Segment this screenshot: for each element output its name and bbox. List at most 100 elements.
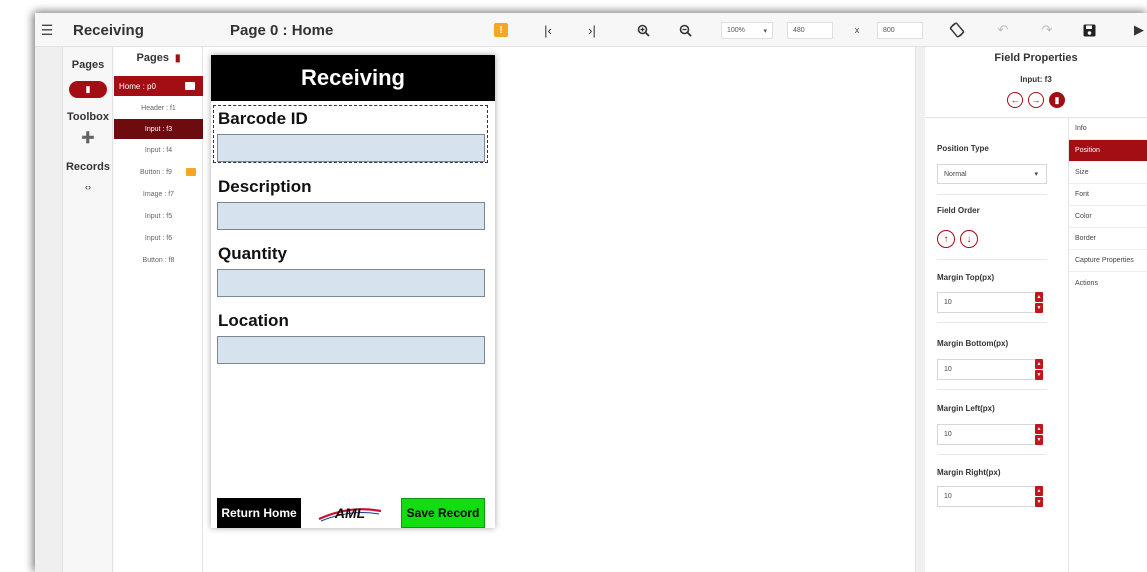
tab-border[interactable]: Border (1069, 228, 1147, 250)
list-item[interactable]: Image : f7 (114, 184, 203, 204)
delete-icon[interactable]: ▮ (1049, 92, 1065, 108)
pages-button[interactable]: ▮ (69, 81, 107, 98)
stepper-down-icon[interactable]: ▼ (1035, 435, 1043, 445)
page-title: Page 0 : Home (230, 21, 334, 39)
stepper-up-icon[interactable]: ▲ (1035, 486, 1043, 496)
dimension-separator: x (854, 25, 860, 35)
height-input[interactable]: 800 (877, 22, 923, 39)
nav-pages-label[interactable]: Pages (63, 59, 113, 71)
list-item[interactable]: Input : f4 (114, 140, 203, 160)
properties-form: Position Type Normal ▾ Field Order ↑ ↓ M… (925, 118, 1068, 572)
nav-column: Pages ▮ Toolbox ➕ Records ‹› (63, 47, 113, 572)
move-up-icon[interactable]: ↑ (937, 230, 955, 248)
quantity-input[interactable] (217, 269, 485, 297)
margin-top-input[interactable]: 10 (937, 292, 1035, 313)
divider (937, 389, 1047, 390)
list-item-label: Image : f7 (142, 190, 175, 198)
list-item-label: Header : f1 (141, 104, 176, 112)
warning-button[interactable]: ! (493, 13, 509, 47)
run-icon[interactable]: ▶ (1129, 13, 1147, 47)
stepper-down-icon[interactable]: ▼ (1035, 497, 1043, 507)
page-add-icon[interactable]: ▮ (175, 53, 181, 64)
field-order-label: Field Order (937, 206, 980, 215)
properties-title: Field Properties (994, 52, 1078, 64)
field-label-barcode: Barcode ID (218, 109, 308, 128)
redo-icon[interactable]: ↷ (1037, 13, 1057, 47)
page-list-home[interactable]: Home : p0 (114, 76, 203, 96)
warning-icon: ! (494, 23, 508, 37)
position-type-select[interactable]: Normal ▾ (937, 164, 1047, 184)
field-label-quantity: Quantity (218, 244, 287, 263)
last-page-icon[interactable]: ›| (582, 13, 602, 47)
arrow-left-icon[interactable]: ← (1007, 92, 1023, 108)
margin-bottom-input[interactable]: 10 (937, 359, 1035, 380)
add-circle-icon[interactable]: ➕ (63, 131, 113, 144)
divider (937, 322, 1047, 323)
move-down-icon[interactable]: ↓ (960, 230, 978, 248)
nav-toolbox-label[interactable]: Toolbox (63, 111, 113, 123)
tab-capture-properties[interactable]: Capture Properties (1069, 250, 1147, 272)
stepper-up-icon[interactable]: ▲ (1035, 424, 1043, 434)
field-label-description: Description (218, 177, 312, 196)
app-root: ☰ Receiving Page 0 : Home ! |‹ ›| 100% ▾… (0, 0, 1147, 572)
divider (937, 259, 1047, 260)
left-sidebar (35, 47, 63, 572)
list-item-label: Input : f3 (144, 125, 173, 133)
margin-left-input[interactable]: 10 (937, 424, 1035, 445)
margin-right-input[interactable]: 10 (937, 486, 1035, 507)
nav-records-label[interactable]: Records (63, 161, 113, 173)
tab-size[interactable]: Size (1069, 162, 1147, 184)
top-toolbar: ☰ Receiving Page 0 : Home ! |‹ ›| 100% ▾… (35, 13, 1147, 47)
list-item[interactable]: Header : f1 (114, 98, 203, 118)
aml-logo[interactable]: AML (315, 501, 385, 525)
list-item[interactable]: Input : f5 (114, 206, 203, 226)
save-icon[interactable] (1079, 13, 1099, 47)
tab-actions[interactable]: Actions (1069, 272, 1147, 294)
tab-font[interactable]: Font (1069, 184, 1147, 206)
tab-color[interactable]: Color (1069, 206, 1147, 228)
page-list-header: Pages ▮ (114, 52, 203, 64)
position-type-value: Normal (944, 170, 967, 178)
arrow-right-icon[interactable]: → (1028, 92, 1044, 108)
page-list-panel: Pages ▮ Home : p0 Header : f1 Input : f3… (114, 47, 203, 572)
properties-tabs: Info Position Size Font Color Border Cap… (1068, 118, 1147, 572)
list-item[interactable]: Button : f9 (114, 162, 203, 182)
list-item-selected[interactable]: Input : f3 (114, 119, 203, 139)
stepper-down-icon[interactable]: ▼ (1035, 303, 1043, 313)
margin-top-stepper[interactable]: ▲ ▼ (1035, 292, 1043, 313)
barcode-input[interactable] (217, 134, 485, 162)
description-input[interactable] (217, 202, 485, 230)
width-input[interactable]: 480 (787, 22, 833, 39)
comment-icon (185, 82, 195, 90)
stepper-down-icon[interactable]: ▼ (1035, 370, 1043, 380)
undo-icon[interactable]: ↶ (993, 13, 1013, 47)
list-item[interactable]: Button : f8 (114, 250, 203, 270)
location-input[interactable] (217, 336, 485, 364)
form-header[interactable]: Receiving (211, 55, 495, 101)
phone-preview: Receiving Barcode ID Description Quantit… (211, 55, 495, 528)
properties-subtitle: Input: f3 (1020, 75, 1052, 84)
rotate-icon[interactable] (947, 13, 967, 47)
app-window: ☰ Receiving Page 0 : Home ! |‹ ›| 100% ▾… (35, 13, 1147, 572)
home-page-label: Home : p0 (119, 81, 156, 91)
first-page-icon[interactable]: |‹ (538, 13, 558, 47)
list-item-label: Input : f6 (144, 234, 173, 242)
stepper-up-icon[interactable]: ▲ (1035, 359, 1043, 369)
margin-right-stepper[interactable]: ▲ ▼ (1035, 486, 1043, 507)
hamburger-menu-icon[interactable]: ☰ (37, 13, 57, 47)
zoom-select[interactable]: 100% ▾ (721, 22, 773, 39)
margin-left-stepper[interactable]: ▲ ▼ (1035, 424, 1043, 445)
list-item-label: Input : f4 (144, 146, 173, 154)
code-icon[interactable]: ‹› (63, 182, 113, 192)
list-item[interactable]: Input : f6 (114, 228, 203, 248)
tab-info[interactable]: Info (1069, 118, 1147, 140)
margin-bottom-stepper[interactable]: ▲ ▼ (1035, 359, 1043, 380)
return-home-button[interactable]: Return Home (217, 498, 301, 528)
save-record-button[interactable]: Save Record (401, 498, 485, 528)
field-label-location: Location (218, 311, 289, 330)
zoom-in-icon[interactable] (633, 13, 653, 47)
zoom-out-icon[interactable] (675, 13, 695, 47)
stepper-up-icon[interactable]: ▲ (1035, 292, 1043, 302)
tab-position[interactable]: Position (1069, 140, 1147, 162)
page-list-title: Pages (136, 52, 169, 64)
